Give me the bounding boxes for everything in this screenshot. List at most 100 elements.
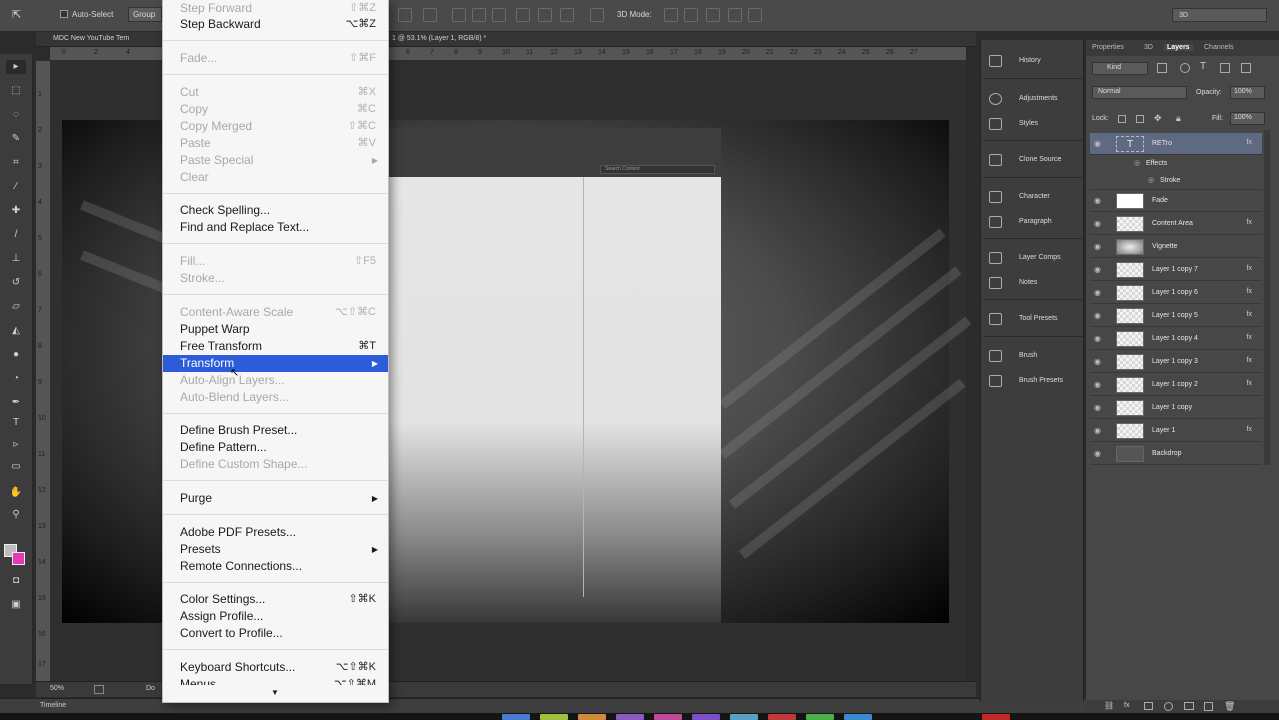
menu-item-convert-to-profile[interactable]: Convert to Profile... — [163, 625, 388, 642]
dock-app-icon[interactable] — [502, 714, 530, 720]
panel-styles[interactable]: Styles — [987, 115, 1082, 133]
menu-item-color-settings[interactable]: Color Settings... ⇧⌘K — [163, 591, 388, 608]
layer-effects-row[interactable]: ◎ Effects — [1090, 156, 1262, 173]
filter-type-icon[interactable]: T — [1200, 61, 1206, 72]
eyedropper-tool-icon[interactable]: ⁄ — [6, 180, 26, 194]
filter-pixel-icon[interactable] — [1157, 63, 1167, 73]
eye-icon[interactable]: ◉ — [1094, 311, 1101, 320]
menu-item-define-brush-preset[interactable]: Define Brush Preset... — [163, 422, 388, 439]
dock-app-icon[interactable] — [806, 714, 834, 720]
panel-tool-presets[interactable]: Tool Presets — [987, 310, 1082, 328]
eye-icon[interactable]: ◎ — [1148, 176, 1154, 184]
eye-icon[interactable]: ◉ — [1094, 242, 1101, 251]
move-tool-icon[interactable]: ▸ — [6, 60, 26, 74]
panel-adjustments[interactable]: Adjustments — [987, 90, 1082, 108]
adjustment-layer-icon[interactable] — [1164, 702, 1173, 711]
layer-row-retro[interactable]: ◉ T RETro fx — [1090, 133, 1262, 155]
type-tool-icon[interactable]: T — [6, 416, 26, 430]
layer-row-backdrop[interactable]: ◉ Backdrop — [1090, 443, 1262, 465]
tab-layers[interactable]: Layers — [1164, 44, 1193, 51]
lock-all-icon[interactable]: 🔒︎ — [1176, 113, 1181, 124]
layer-row-layer-1-copy-7[interactable]: ◉ Layer 1 copy 7 fx — [1090, 259, 1262, 281]
layer-row-layer-1[interactable]: ◉ Layer 1 fx — [1090, 420, 1262, 442]
eye-icon[interactable]: ◉ — [1094, 449, 1101, 458]
workspace-switcher[interactable]: 3D — [1172, 8, 1267, 22]
add-mask-icon[interactable] — [1144, 702, 1153, 710]
dock-app-icon[interactable] — [540, 714, 568, 720]
new-layer-icon[interactable] — [1204, 702, 1213, 711]
3d-scale-button[interactable] — [748, 8, 762, 22]
zoom-tool-icon[interactable]: ⚲ — [6, 508, 26, 522]
quick-mask-icon[interactable]: ◘ — [6, 574, 26, 588]
dock-app-icon[interactable] — [768, 714, 796, 720]
dock-app-icon[interactable] — [844, 714, 872, 720]
layer-row-vignette[interactable]: ◉ Vignette — [1090, 236, 1262, 258]
distribute-button-6[interactable] — [560, 8, 574, 22]
menu-item-keyboard-shortcuts[interactable]: Keyboard Shortcuts... ⌥⇧⌘K — [163, 659, 388, 676]
3d-roll-button[interactable] — [684, 8, 698, 22]
marquee-tool-icon[interactable]: ⬚ — [6, 84, 26, 98]
menu-item-puppet-warp[interactable]: Puppet Warp — [163, 321, 388, 338]
menu-item-purge[interactable]: Purge ▶ — [163, 490, 388, 507]
layer-filter-kind[interactable]: Kind — [1092, 62, 1148, 75]
menu-item-remote-connections[interactable]: Remote Connections... — [163, 558, 388, 575]
align-button-2[interactable] — [423, 8, 437, 22]
distribute-button-5[interactable] — [538, 8, 552, 22]
layer-row-fade[interactable]: ◉ Fade — [1090, 190, 1262, 212]
link-layers-icon[interactable]: ⛓ — [1104, 701, 1114, 710]
menu-item-find-replace[interactable]: Find and Replace Text... — [163, 219, 388, 236]
menu-item-define-custom-shape[interactable]: Define Custom Shape... — [163, 456, 388, 473]
new-group-icon[interactable] — [1184, 702, 1194, 710]
eye-icon[interactable]: ◉ — [1094, 288, 1101, 297]
blur-tool-icon[interactable]: ● — [6, 348, 26, 362]
layer-effect-stroke-row[interactable]: ◎ Stroke — [1090, 173, 1262, 190]
layer-row-layer-1-copy-3[interactable]: ◉ Layer 1 copy 3 fx — [1090, 351, 1262, 373]
status-menu-icon[interactable] — [94, 685, 104, 694]
clone-stamp-tool-icon[interactable]: ⊥ — [6, 252, 26, 266]
layer-row-layer-1-copy-5[interactable]: ◉ Layer 1 copy 5 fx — [1090, 305, 1262, 327]
layer-fx-badge[interactable]: fx — [1247, 380, 1252, 387]
eye-icon[interactable]: ◉ — [1094, 357, 1101, 366]
menu-item-fill[interactable]: Fill... ⇧F5 — [163, 253, 388, 270]
dock-app-icon[interactable] — [692, 714, 720, 720]
layer-fx-badge[interactable]: fx — [1247, 139, 1252, 146]
fill-field[interactable]: 100% — [1230, 112, 1265, 125]
crop-tool-icon[interactable]: ⌗ — [6, 156, 26, 170]
menu-item-step-backward[interactable]: Step Backward ⌥⌘Z — [163, 16, 388, 33]
panel-layer-comps[interactable]: Layer Comps — [987, 249, 1082, 267]
layer-fx-badge[interactable]: fx — [1247, 265, 1252, 272]
menu-item-cut[interactable]: Cut ⌘X — [163, 84, 388, 101]
hand-tool-icon[interactable]: ✋ — [6, 486, 26, 500]
dock-app-icon[interactable] — [654, 714, 682, 720]
move-tool-icon[interactable]: ⇱ — [12, 8, 21, 21]
eye-icon[interactable]: ◉ — [1094, 403, 1101, 412]
panel-character[interactable]: Character — [987, 188, 1082, 206]
auto-align-button[interactable] — [590, 8, 604, 22]
blend-mode-select[interactable]: Normal — [1092, 86, 1187, 99]
layer-fx-badge[interactable]: fx — [1247, 357, 1252, 364]
eye-icon[interactable]: ◉ — [1094, 265, 1101, 274]
menu-item-check-spelling[interactable]: Check Spelling... — [163, 202, 388, 219]
layers-scrollbar[interactable] — [1264, 130, 1270, 465]
layer-row-layer-1-copy-4[interactable]: ◉ Layer 1 copy 4 fx — [1090, 328, 1262, 350]
shape-tool-icon[interactable]: ▭ — [6, 460, 26, 474]
screen-mode-icon[interactable]: ▣ — [6, 598, 26, 612]
menu-item-content-aware-scale[interactable]: Content-Aware Scale ⌥⇧⌘C — [163, 304, 388, 321]
menu-item-clear[interactable]: Clear — [163, 169, 388, 186]
layer-fx-badge[interactable]: fx — [1247, 426, 1252, 433]
brush-tool-icon[interactable]: / — [6, 228, 26, 242]
zoom-level[interactable]: 50% — [50, 685, 64, 692]
dock-app-icon[interactable] — [578, 714, 606, 720]
menu-item-auto-align-layers[interactable]: Auto-Align Layers... — [163, 372, 388, 389]
lock-pixels-icon[interactable] — [1136, 115, 1144, 123]
layer-row-layer-1-copy-2[interactable]: ◉ Layer 1 copy 2 fx — [1090, 374, 1262, 396]
filter-shape-icon[interactable] — [1220, 63, 1230, 73]
path-select-tool-icon[interactable]: ▹ — [6, 438, 26, 452]
layer-fx-badge[interactable]: fx — [1247, 288, 1252, 295]
eye-icon[interactable]: ◉ — [1094, 380, 1101, 389]
auto-select-checkbox[interactable] — [60, 10, 68, 18]
trash-icon[interactable]: 🗑︎ — [1224, 701, 1235, 712]
eye-icon[interactable]: ◉ — [1094, 139, 1101, 148]
background-color-swatch[interactable] — [12, 552, 25, 565]
menu-item-copy[interactable]: Copy ⌘C — [163, 101, 388, 118]
